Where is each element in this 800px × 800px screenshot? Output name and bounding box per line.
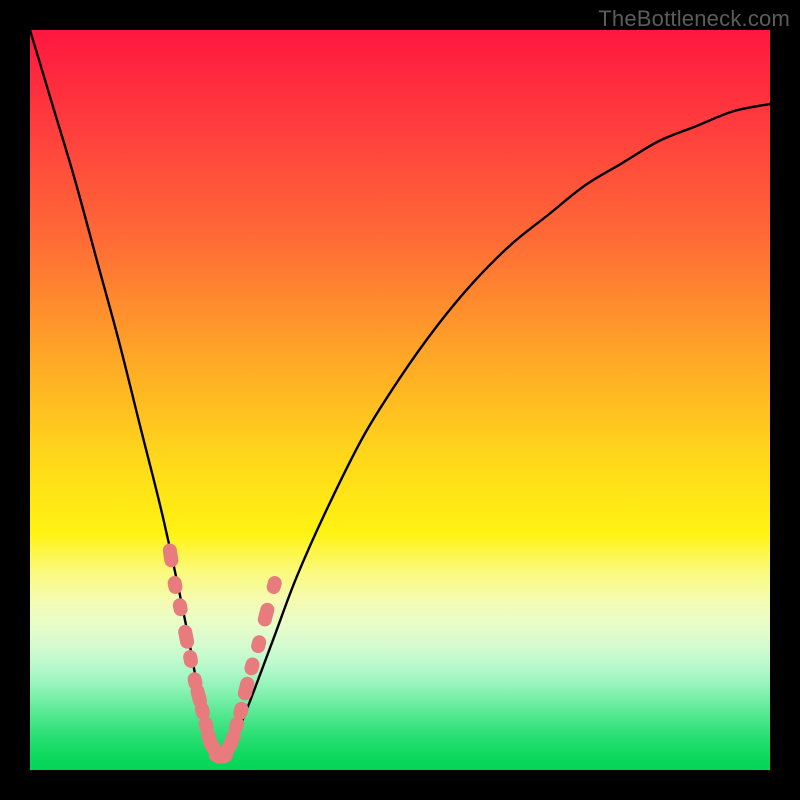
chart-plot-area: [30, 30, 770, 770]
bead: [167, 575, 184, 595]
bead: [250, 634, 268, 655]
bead: [177, 624, 195, 650]
bead: [256, 601, 276, 628]
chart-svg: [30, 30, 770, 770]
watermark-text: TheBottleneck.com: [598, 6, 790, 32]
bottleneck-curve-line: [30, 30, 770, 757]
bead: [171, 597, 188, 618]
bead-cluster: [162, 542, 283, 766]
bead: [243, 656, 261, 677]
bead: [182, 649, 199, 669]
bead: [162, 542, 179, 568]
bead: [236, 675, 255, 702]
bead: [265, 574, 283, 595]
